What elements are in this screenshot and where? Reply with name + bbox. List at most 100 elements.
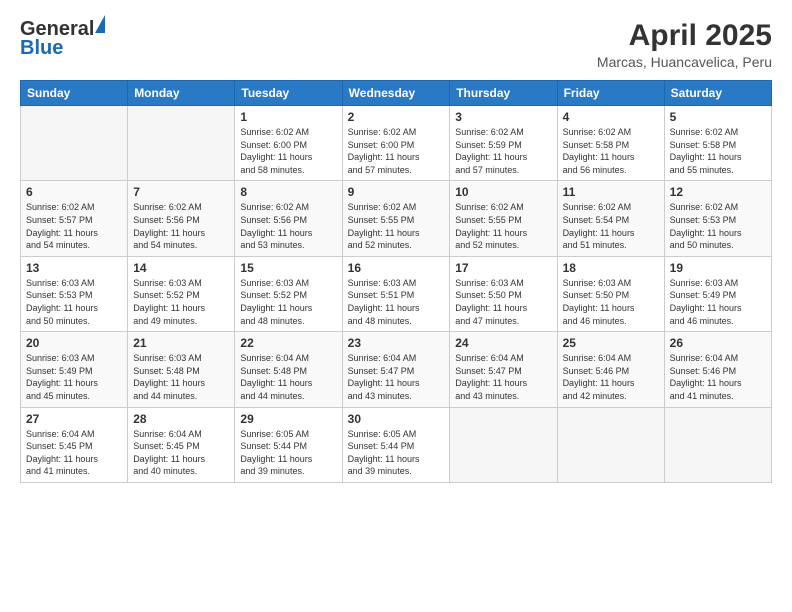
table-row: 6 Sunrise: 6:02 AM Sunset: 5:57 PM Daylig… xyxy=(21,181,128,256)
table-row: 13 Sunrise: 6:03 AM Sunset: 5:53 PM Dayli… xyxy=(21,256,128,331)
day-number: 29 xyxy=(240,412,336,426)
day-info: Sunrise: 6:03 AM Sunset: 5:53 PM Dayligh… xyxy=(26,277,122,327)
header-thursday: Thursday xyxy=(450,81,557,106)
day-info: Sunrise: 6:02 AM Sunset: 5:53 PM Dayligh… xyxy=(670,201,766,251)
day-info: Sunrise: 6:02 AM Sunset: 5:55 PM Dayligh… xyxy=(455,201,551,251)
location: Marcas, Huancavelica, Peru xyxy=(597,54,772,70)
header-friday: Friday xyxy=(557,81,664,106)
month-title: April 2025 xyxy=(597,18,772,54)
day-number: 7 xyxy=(133,185,229,199)
calendar-week-row: 27 Sunrise: 6:04 AM Sunset: 5:45 PM Dayli… xyxy=(21,407,772,482)
day-number: 24 xyxy=(455,336,551,350)
calendar-week-row: 1 Sunrise: 6:02 AM Sunset: 6:00 PM Daylig… xyxy=(21,106,772,181)
day-number: 15 xyxy=(240,261,336,275)
logo-triangle-icon xyxy=(95,15,105,33)
day-info: Sunrise: 6:04 AM Sunset: 5:47 PM Dayligh… xyxy=(348,352,445,402)
table-row: 21 Sunrise: 6:03 AM Sunset: 5:48 PM Dayli… xyxy=(128,332,235,407)
table-row: 11Sunrise: 6:02 AM Sunset: 5:54 PM Dayli… xyxy=(557,181,664,256)
table-row: 12 Sunrise: 6:02 AM Sunset: 5:53 PM Dayli… xyxy=(664,181,771,256)
day-info: Sunrise: 6:02 AM Sunset: 6:00 PM Dayligh… xyxy=(348,126,445,176)
day-number: 20 xyxy=(26,336,122,350)
table-row: 20 Sunrise: 6:03 AM Sunset: 5:49 PM Dayli… xyxy=(21,332,128,407)
table-row xyxy=(664,407,771,482)
day-number: 5 xyxy=(670,110,766,124)
table-row: 18 Sunrise: 6:03 AM Sunset: 5:50 PM Dayli… xyxy=(557,256,664,331)
day-number: 1 xyxy=(240,110,336,124)
header-saturday: Saturday xyxy=(664,81,771,106)
day-info: Sunrise: 6:03 AM Sunset: 5:48 PM Dayligh… xyxy=(133,352,229,402)
day-info: Sunrise: 6:04 AM Sunset: 5:46 PM Dayligh… xyxy=(563,352,659,402)
table-row: 4Sunrise: 6:02 AM Sunset: 5:58 PM Daylig… xyxy=(557,106,664,181)
table-row: 24 Sunrise: 6:04 AM Sunset: 5:47 PM Dayli… xyxy=(450,332,557,407)
day-number: 22 xyxy=(240,336,336,350)
day-number: 3 xyxy=(455,110,551,124)
day-number: 27 xyxy=(26,412,122,426)
day-number: 14 xyxy=(133,261,229,275)
day-info: Sunrise: 6:04 AM Sunset: 5:45 PM Dayligh… xyxy=(133,428,229,478)
day-info: Sunrise: 6:02 AM Sunset: 5:59 PM Dayligh… xyxy=(455,126,551,176)
day-info: Sunrise: 6:03 AM Sunset: 5:49 PM Dayligh… xyxy=(26,352,122,402)
day-info: Sunrise: 6:04 AM Sunset: 5:45 PM Dayligh… xyxy=(26,428,122,478)
day-info: Sunrise: 6:02 AM Sunset: 5:57 PM Dayligh… xyxy=(26,201,122,251)
day-info: Sunrise: 6:02 AM Sunset: 5:58 PM Dayligh… xyxy=(670,126,766,176)
table-row: 3 Sunrise: 6:02 AM Sunset: 5:59 PM Daylig… xyxy=(450,106,557,181)
day-info: Sunrise: 6:04 AM Sunset: 5:47 PM Dayligh… xyxy=(455,352,551,402)
table-row: 1 Sunrise: 6:02 AM Sunset: 6:00 PM Daylig… xyxy=(235,106,342,181)
day-info: Sunrise: 6:03 AM Sunset: 5:52 PM Dayligh… xyxy=(240,277,336,327)
table-row: 19 Sunrise: 6:03 AM Sunset: 5:49 PM Dayli… xyxy=(664,256,771,331)
day-info: Sunrise: 6:05 AM Sunset: 5:44 PM Dayligh… xyxy=(348,428,445,478)
day-number: 13 xyxy=(26,261,122,275)
table-row: 27 Sunrise: 6:04 AM Sunset: 5:45 PM Dayli… xyxy=(21,407,128,482)
table-row: 29 Sunrise: 6:05 AM Sunset: 5:44 PM Dayli… xyxy=(235,407,342,482)
calendar-week-row: 6 Sunrise: 6:02 AM Sunset: 5:57 PM Daylig… xyxy=(21,181,772,256)
header-wednesday: Wednesday xyxy=(342,81,450,106)
day-info: Sunrise: 6:04 AM Sunset: 5:46 PM Dayligh… xyxy=(670,352,766,402)
day-info: Sunrise: 6:03 AM Sunset: 5:50 PM Dayligh… xyxy=(455,277,551,327)
day-info: Sunrise: 6:02 AM Sunset: 6:00 PM Dayligh… xyxy=(240,126,336,176)
day-info: Sunrise: 6:05 AM Sunset: 5:44 PM Dayligh… xyxy=(240,428,336,478)
day-number: 25 xyxy=(563,336,659,350)
table-row: 8Sunrise: 6:02 AM Sunset: 5:56 PM Daylig… xyxy=(235,181,342,256)
title-area: April 2025 Marcas, Huancavelica, Peru xyxy=(597,18,772,70)
table-row xyxy=(450,407,557,482)
logo: General Blue xyxy=(20,18,105,60)
calendar: Sunday Monday Tuesday Wednesday Thursday… xyxy=(20,80,772,483)
day-info: Sunrise: 6:02 AM Sunset: 5:56 PM Dayligh… xyxy=(240,201,336,251)
table-row: 26 Sunrise: 6:04 AM Sunset: 5:46 PM Dayli… xyxy=(664,332,771,407)
table-row: 15 Sunrise: 6:03 AM Sunset: 5:52 PM Dayli… xyxy=(235,256,342,331)
weekday-header-row: Sunday Monday Tuesday Wednesday Thursday… xyxy=(21,81,772,106)
table-row: 9Sunrise: 6:02 AM Sunset: 5:55 PM Daylig… xyxy=(342,181,450,256)
table-row xyxy=(21,106,128,181)
day-info: Sunrise: 6:02 AM Sunset: 5:58 PM Dayligh… xyxy=(563,126,659,176)
day-number: 28 xyxy=(133,412,229,426)
table-row: 5 Sunrise: 6:02 AM Sunset: 5:58 PM Daylig… xyxy=(664,106,771,181)
day-number: 30 xyxy=(348,412,445,426)
day-number: 12 xyxy=(670,185,766,199)
logo-blue-text: Blue xyxy=(20,37,63,60)
table-row: 23 Sunrise: 6:04 AM Sunset: 5:47 PM Dayli… xyxy=(342,332,450,407)
table-row: 2Sunrise: 6:02 AM Sunset: 6:00 PM Daylig… xyxy=(342,106,450,181)
table-row: 30 Sunrise: 6:05 AM Sunset: 5:44 PM Dayli… xyxy=(342,407,450,482)
day-number: 19 xyxy=(670,261,766,275)
day-number: 6 xyxy=(26,185,122,199)
day-info: Sunrise: 6:03 AM Sunset: 5:52 PM Dayligh… xyxy=(133,277,229,327)
day-number: 21 xyxy=(133,336,229,350)
day-number: 18 xyxy=(563,261,659,275)
table-row: 22 Sunrise: 6:04 AM Sunset: 5:48 PM Dayli… xyxy=(235,332,342,407)
table-row: 25 Sunrise: 6:04 AM Sunset: 5:46 PM Dayli… xyxy=(557,332,664,407)
day-info: Sunrise: 6:03 AM Sunset: 5:50 PM Dayligh… xyxy=(563,277,659,327)
day-info: Sunrise: 6:03 AM Sunset: 5:49 PM Dayligh… xyxy=(670,277,766,327)
table-row: 28 Sunrise: 6:04 AM Sunset: 5:45 PM Dayli… xyxy=(128,407,235,482)
calendar-week-row: 20 Sunrise: 6:03 AM Sunset: 5:49 PM Dayli… xyxy=(21,332,772,407)
day-info: Sunrise: 6:04 AM Sunset: 5:48 PM Dayligh… xyxy=(240,352,336,402)
day-number: 23 xyxy=(348,336,445,350)
day-number: 17 xyxy=(455,261,551,275)
day-info: Sunrise: 6:02 AM Sunset: 5:55 PM Dayligh… xyxy=(348,201,445,251)
table-row: 16Sunrise: 6:03 AM Sunset: 5:51 PM Dayli… xyxy=(342,256,450,331)
day-number: 26 xyxy=(670,336,766,350)
header-tuesday: Tuesday xyxy=(235,81,342,106)
header-monday: Monday xyxy=(128,81,235,106)
table-row: 7Sunrise: 6:02 AM Sunset: 5:56 PM Daylig… xyxy=(128,181,235,256)
table-row xyxy=(557,407,664,482)
day-info: Sunrise: 6:02 AM Sunset: 5:54 PM Dayligh… xyxy=(563,201,659,251)
